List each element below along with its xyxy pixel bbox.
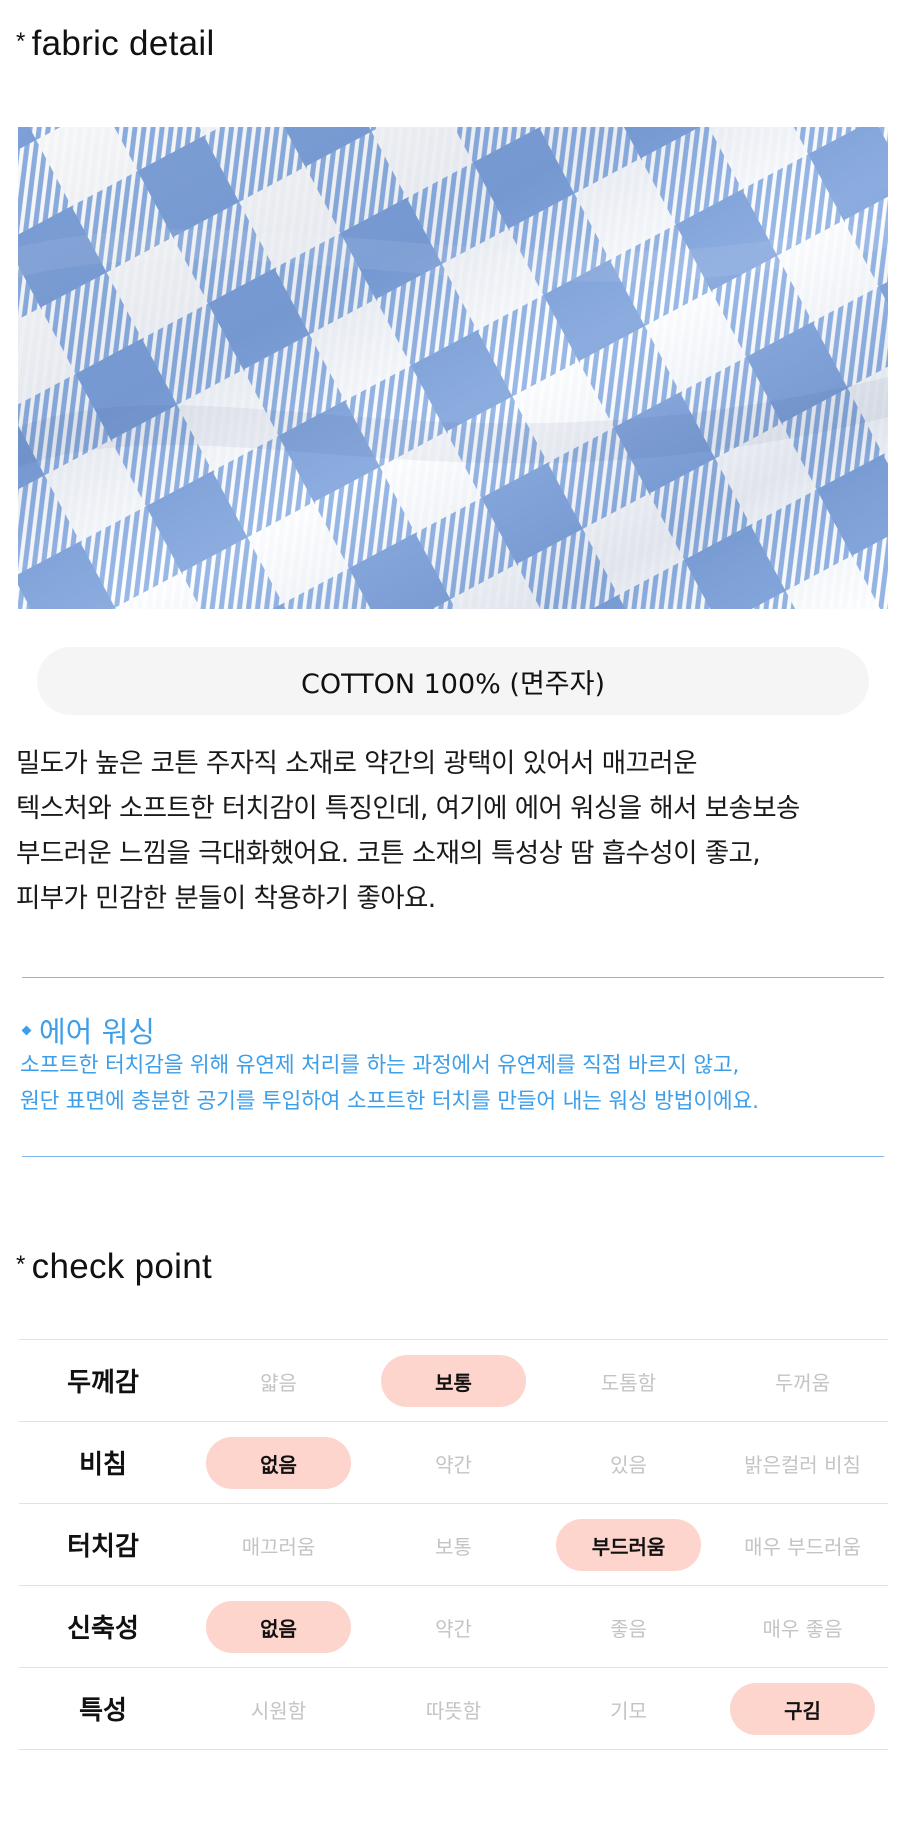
fabric-detail-heading: * fabric detail bbox=[16, 24, 215, 64]
heading-star: * bbox=[16, 1251, 26, 1278]
fabric-composition-label: COTTON 100% (면주자) bbox=[37, 647, 869, 715]
option-chip: 얇음 bbox=[260, 1370, 297, 1395]
row-label: 터치감 bbox=[67, 1532, 139, 1562]
option-chip: 두꺼움 bbox=[774, 1370, 831, 1395]
air-washing-title-text: 에어 워싱 bbox=[39, 1015, 155, 1049]
fabric-description: 밀도가 높은 코튼 주자직 소재로 약간의 광택이 있어서 매끄러운 텍스처와 … bbox=[16, 741, 896, 921]
description-line: 부드러운 느낌을 극대화했어요. 코튼 소재의 특성상 땀 흡수성이 좋고, bbox=[16, 838, 761, 869]
option-chip: 밝은컬러 비침 bbox=[744, 1452, 861, 1477]
air-washing-top-divider bbox=[22, 977, 884, 978]
air-washing-line: 원단 표면에 충분한 공기를 투입하여 소프트한 터치를 만들어 내는 워싱 방… bbox=[20, 1089, 759, 1114]
option-chip: 따뜻함 bbox=[425, 1698, 482, 1723]
option-chip: 약간 bbox=[435, 1452, 472, 1477]
option-chip: 매우 좋음 bbox=[762, 1616, 843, 1641]
diamond-bullet-icon bbox=[21, 1025, 32, 1035]
heading-star: * bbox=[16, 28, 26, 55]
option-chip-selected: 보통 bbox=[381, 1355, 526, 1407]
air-washing-description: 소프트한 터치감을 위해 유연제 처리를 하는 과정에서 유연제를 직접 바르지… bbox=[20, 1048, 759, 1120]
option-chip-selected: 구김 bbox=[730, 1683, 875, 1735]
fabric-gingham-pattern bbox=[18, 127, 888, 609]
option-chip: 약간 bbox=[435, 1616, 472, 1641]
option-chip: 매우 부드러움 bbox=[744, 1534, 861, 1559]
check-point-table: 두께감 얇음 보통 도톰함 두꺼움 비침 없음 약간 있음 밝은컬러 비침 터치… bbox=[19, 1339, 888, 1750]
option-chip: 매끄러움 bbox=[241, 1534, 316, 1559]
option-chip: 도톰함 bbox=[600, 1370, 657, 1395]
check-point-heading-text: check point bbox=[31, 1247, 212, 1286]
air-washing-bottom-divider bbox=[22, 1156, 884, 1157]
row-label: 특성 bbox=[79, 1696, 127, 1726]
option-chip: 보통 bbox=[435, 1534, 472, 1559]
option-chip-selected: 없음 bbox=[206, 1437, 351, 1489]
description-line: 텍스처와 소프트한 터치감이 특징인데, 여기에 에어 워싱을 해서 보송보송 bbox=[16, 793, 800, 824]
check-row-thickness: 두께감 얇음 보통 도톰함 두꺼움 bbox=[19, 1340, 888, 1422]
row-label: 두께감 bbox=[67, 1368, 139, 1398]
option-chip: 기모 bbox=[610, 1698, 647, 1723]
option-chip-selected: 부드러움 bbox=[556, 1519, 701, 1571]
fabric-detail-heading-text: fabric detail bbox=[31, 24, 215, 63]
description-line: 밀도가 높은 코튼 주자직 소재로 약간의 광택이 있어서 매끄러운 bbox=[16, 748, 697, 779]
option-chip-selected: 없음 bbox=[206, 1601, 351, 1653]
fabric-photo bbox=[18, 127, 888, 609]
option-chip: 시원함 bbox=[250, 1698, 307, 1723]
option-chip: 좋음 bbox=[610, 1616, 647, 1641]
row-label: 신축성 bbox=[67, 1614, 139, 1644]
air-washing-line: 소프트한 터치감을 위해 유연제 처리를 하는 과정에서 유연제를 직접 바르지… bbox=[20, 1053, 740, 1078]
check-row-characteristics: 특성 시원함 따뜻함 기모 구김 bbox=[19, 1668, 888, 1750]
check-row-stretch: 신축성 없음 약간 좋음 매우 좋음 bbox=[19, 1586, 888, 1668]
check-row-sheerness: 비침 없음 약간 있음 밝은컬러 비침 bbox=[19, 1422, 888, 1504]
option-chip: 있음 bbox=[610, 1452, 647, 1477]
check-point-heading: * check point bbox=[16, 1247, 212, 1287]
description-line: 피부가 민감한 분들이 착용하기 좋아요. bbox=[16, 883, 436, 914]
air-washing-title: 에어 워싱 bbox=[20, 1009, 155, 1051]
check-row-touch: 터치감 매끄러움 보통 부드러움 매우 부드러움 bbox=[19, 1504, 888, 1586]
row-label: 비침 bbox=[79, 1450, 127, 1480]
